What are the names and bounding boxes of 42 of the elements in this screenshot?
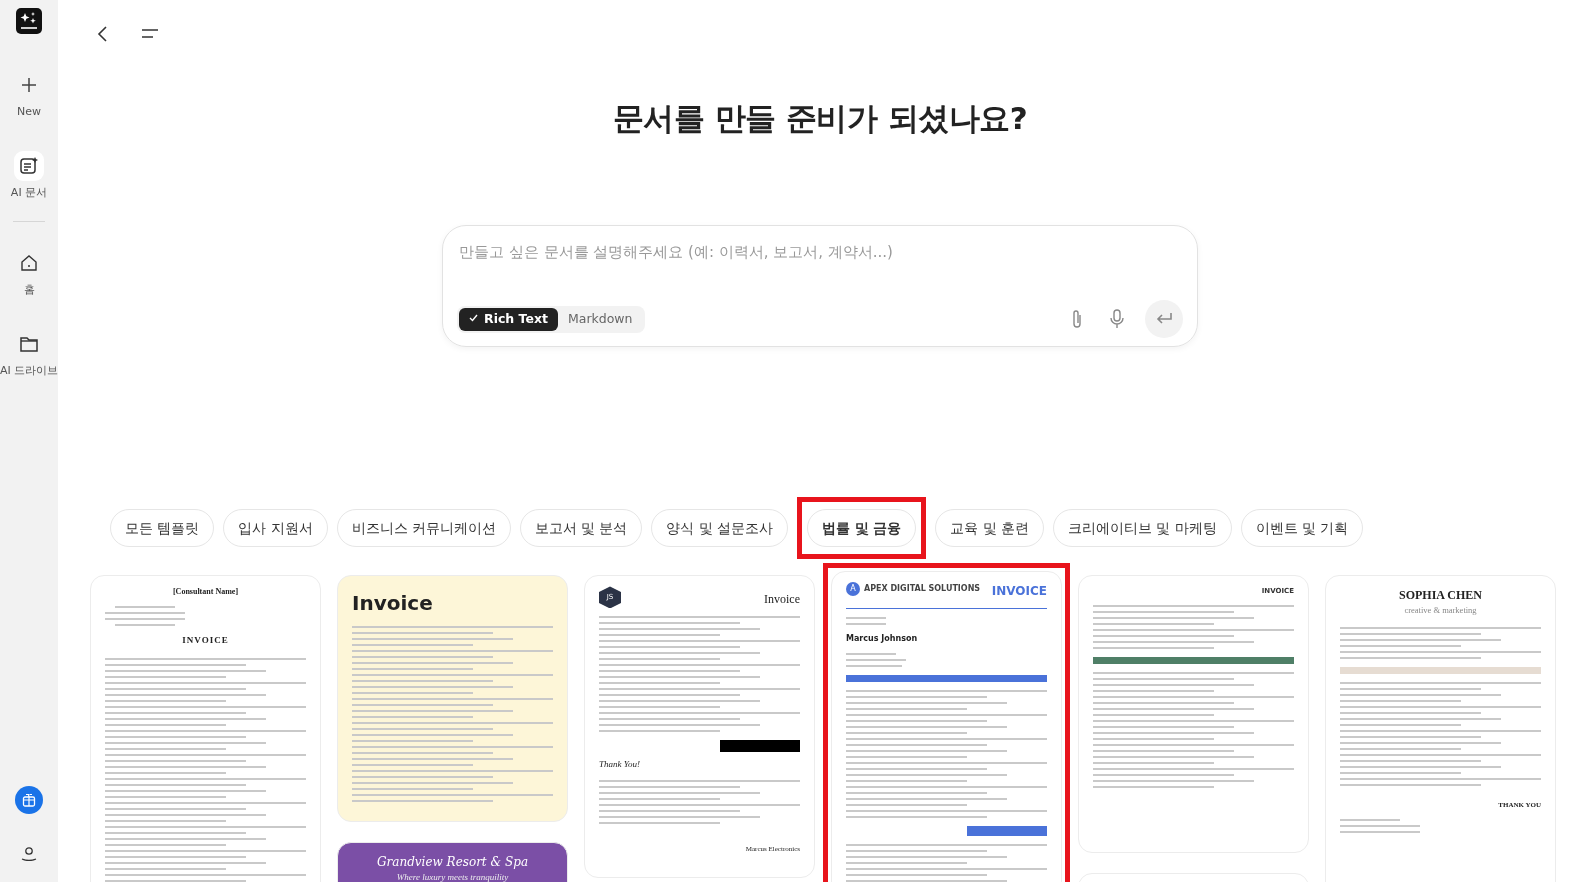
template-text: APEX DIGITAL SOLUTIONS [864, 583, 981, 596]
check-icon [469, 313, 478, 322]
format-toggle[interactable]: Markdown [557, 307, 643, 331]
category-tab[interactable]: 입사 지원서 [223, 509, 328, 548]
template-text: Marcus Johnson [846, 633, 919, 646]
document-sparkle-icon [14, 150, 44, 181]
template-title: INVOICE [181, 634, 230, 648]
page-title: 문서를 만들 준비가 되셨나요? [612, 100, 1028, 138]
enter-button[interactable] [1145, 300, 1183, 339]
category-tab[interactable]: 양식 및 설문조사 [651, 509, 789, 548]
template-card[interactable]: [Consultant Name] INVOICE [90, 575, 321, 882]
text-lines-drawing [846, 653, 907, 668]
template-title: Invoice [352, 590, 434, 618]
template-card[interactable]: Invoice [337, 575, 568, 823]
template-title: SOPHIA CHEN [1398, 587, 1483, 605]
category-tab[interactable]: 보고서 및 분석 [519, 509, 643, 548]
gift-button[interactable] [15, 786, 43, 814]
template-card[interactable]: Grandview Resort & Spa Where luxury meets tranquility [337, 842, 568, 882]
text-lines-drawing [846, 617, 887, 626]
template-title: Invoice [764, 591, 800, 609]
template-text: creative & marketing [1403, 604, 1478, 618]
category-tab[interactable]: 비즈니스 커뮤니케이션 [336, 509, 511, 548]
template-text: [Consultant Name] [171, 586, 240, 599]
template-title: INVOICE [991, 583, 1047, 601]
sidebar-item[interactable]: AI 드라이브 [0, 328, 58, 379]
sidebar-item[interactable]: New [0, 70, 58, 121]
sidebar-item[interactable]: AI 문서 [0, 150, 58, 201]
category-tab[interactable]: 이벤트 및 기획 [1240, 509, 1364, 548]
category-tab[interactable]: 법률 및 금융 [807, 509, 917, 548]
logo-badge: A [846, 582, 860, 597]
logo-icon[interactable] [16, 8, 42, 34]
format-toggle[interactable]: Rich Text [459, 307, 558, 331]
template-title: Grandview Resort & Spa [375, 854, 530, 872]
gift-icon [22, 793, 36, 807]
template-card[interactable]: A APEX DIGITAL SOLUTIONS INVOICE Marcus Johnson [831, 571, 1062, 882]
prompt-field[interactable]: 만들고 싶은 문서를 설명해주세요 (예: 이력서, 보고서, 계약서...) Rich Text Markdown [442, 225, 1198, 348]
sidebar-item[interactable]: 홈 [0, 248, 58, 299]
category-tab[interactable]: 모든 템플릿 [110, 509, 215, 548]
category-tab[interactable]: 크리에이티브 및 마케팅 [1053, 509, 1232, 548]
template-text: Thank You! [599, 758, 641, 772]
template-text: Where luxury meets tranquility [395, 871, 510, 882]
category-tab[interactable]: 교육 및 훈련 [935, 509, 1045, 548]
